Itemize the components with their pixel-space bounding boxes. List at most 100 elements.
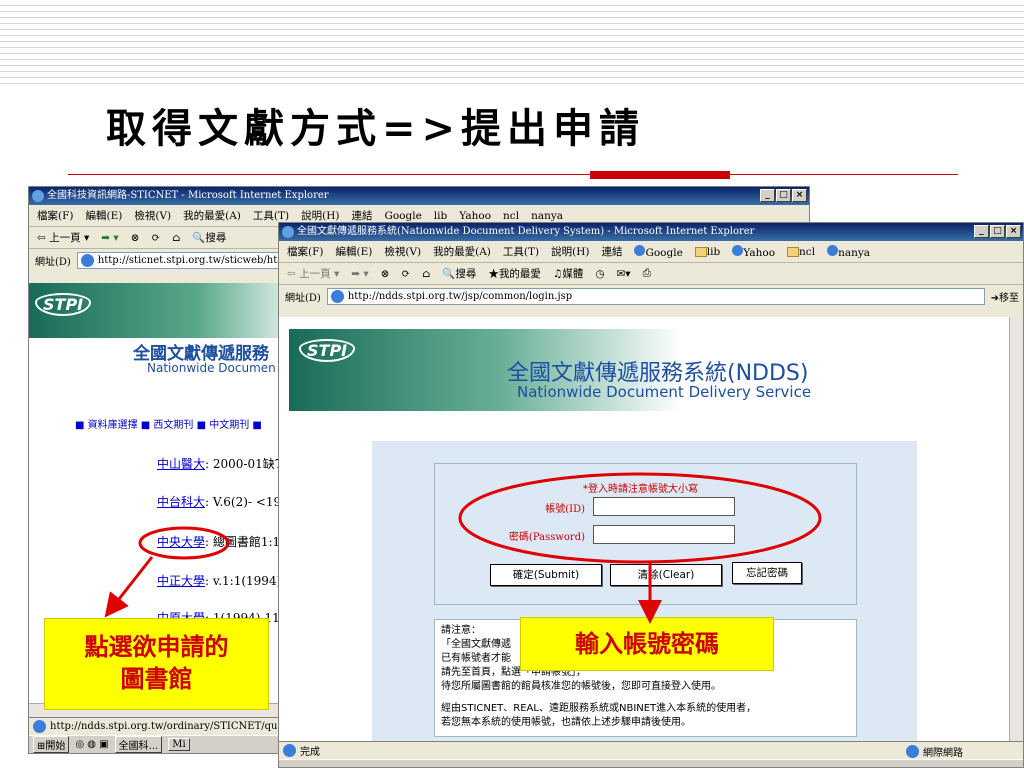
search-button[interactable]: 🔍搜尋 — [192, 230, 226, 245]
page-icon — [80, 253, 94, 267]
login-note: *登入時請注意帳號大小寫 — [583, 484, 698, 495]
mail-icon[interactable]: ✉▾ — [616, 268, 630, 280]
page-heading-en: Nationwide Documen — [147, 361, 276, 375]
start-label: 開始 — [45, 741, 66, 752]
close-button[interactable]: × — [1006, 225, 1021, 238]
links-label: 連結 — [601, 246, 623, 258]
taskbar-item[interactable]: 全國科... — [114, 736, 163, 753]
quicklaunch-icon[interactable]: ◎ ◍ ▣ — [75, 739, 108, 750]
stop-icon[interactable]: ⊗ — [131, 232, 140, 244]
page-icon — [33, 720, 46, 733]
link-google[interactable]: Google — [384, 210, 421, 222]
toolbar: ⇦ 上一頁 ▾ ➡ ▾ ⊗ ⟳ ⌂ 🔍搜尋 ★我的最愛 ♫媒體 ◷ ✉▾ ⎙ — [279, 263, 1023, 285]
holding-text: : v.1:1(1994)- — [205, 574, 286, 588]
library-link-ncu[interactable]: 中央大學 — [157, 535, 205, 549]
link-label: nanya — [838, 246, 871, 259]
close-button[interactable]: × — [792, 189, 807, 202]
search-button[interactable]: 🔍搜尋 — [442, 266, 476, 281]
zone-label: 網際網路 — [923, 748, 963, 759]
forgot-password-button[interactable]: 忘記密碼 — [732, 562, 802, 584]
history-icon[interactable]: ◷ — [595, 268, 604, 280]
holding-text: : V.6(2)- <199 — [205, 495, 289, 509]
id-input[interactable] — [593, 497, 735, 516]
slide-background-stripes — [0, 0, 1024, 86]
page-icon — [330, 289, 344, 303]
go-button[interactable]: ➜移至 — [991, 289, 1023, 304]
link-ncl[interactable]: ncl — [787, 246, 815, 258]
home-icon[interactable]: ⌂ — [422, 268, 430, 280]
home-icon[interactable]: ⌂ — [172, 232, 180, 244]
title-bar[interactable]: 全國科技資訊網路-STICNET - Microsoft Internet Ex… — [29, 187, 809, 205]
link-lib[interactable]: lib — [694, 245, 721, 258]
minimize-button[interactable]: _ — [760, 189, 775, 202]
back-button[interactable]: ⇦ 上一頁 ▾ — [287, 266, 339, 281]
media-button[interactable]: ♫媒體 — [553, 266, 583, 281]
callout-enter-credentials: 輸入帳號密碼 — [520, 617, 774, 671]
holding-text: : 總圖書館1:1 — [205, 535, 281, 549]
id-label: 帳號(ID) — [545, 504, 585, 515]
callout-select-library: 點選欲申請的 圖書館 — [44, 618, 269, 710]
library-link[interactable]: 中山醫大 — [157, 457, 205, 471]
stpi-logo: STPI — [35, 293, 92, 316]
ie-icon — [634, 244, 646, 256]
link-label: Google — [645, 246, 683, 259]
nav-links[interactable]: ■ 資料庫選擇 ■ 西文期刊 ■ 中文期刊 ■ — [75, 416, 262, 431]
library-link[interactable]: 中台科大 — [157, 495, 205, 509]
list-item: 中央大學: 總圖書館1:1 — [157, 533, 280, 550]
print-icon[interactable]: ⎙ — [643, 267, 651, 280]
minimize-button[interactable]: _ — [974, 225, 989, 238]
submit-button[interactable]: 確定(Submit) — [490, 564, 602, 586]
menu-favorites[interactable]: 我的最愛(A) — [183, 208, 241, 223]
vertical-scrollbar[interactable] — [1009, 317, 1023, 741]
link-yahoo[interactable]: Yahoo — [732, 244, 776, 259]
link-label: lib — [706, 245, 721, 258]
link-google[interactable]: Google — [634, 244, 683, 259]
login-form: *登入時請注意帳號大小寫 帳號(ID) 密碼(Password) 確定(Subm… — [434, 463, 857, 605]
menu-file[interactable]: 檔案(F) — [287, 244, 323, 259]
menu-file[interactable]: 檔案(F) — [37, 208, 73, 223]
menu-tools[interactable]: 工具(T) — [253, 208, 289, 223]
refresh-icon[interactable]: ⟳ — [151, 232, 160, 244]
ie-icon — [32, 190, 44, 202]
maximize-button[interactable]: □ — [990, 225, 1005, 238]
password-input[interactable] — [593, 525, 735, 544]
stop-icon[interactable]: ⊗ — [381, 268, 390, 280]
list-item: 中山醫大: 2000-01缺7(2 — [157, 455, 295, 472]
menu-favorites[interactable]: 我的最愛(A) — [433, 244, 491, 259]
links-label: 連結 — [351, 210, 373, 222]
title-bar[interactable]: 全國文獻傳遞服務系統(Nationwide Document Delivery … — [279, 223, 1023, 241]
link-nanya[interactable]: nanya — [531, 210, 563, 222]
clear-button[interactable]: 清除(Clear) — [610, 564, 722, 586]
refresh-icon[interactable]: ⟳ — [401, 268, 410, 280]
window-title: 全國文獻傳遞服務系統(Nationwide Document Delivery … — [297, 226, 755, 237]
menu-tools[interactable]: 工具(T) — [503, 244, 539, 259]
menu-view[interactable]: 檢視(V) — [384, 244, 421, 259]
forward-icon[interactable]: ➡ ▾ — [351, 268, 368, 280]
menu-view[interactable]: 檢視(V) — [134, 208, 171, 223]
link-yahoo[interactable]: Yahoo — [459, 210, 491, 222]
menu-edit[interactable]: 編輯(E) — [335, 244, 372, 259]
taskbar-item[interactable]: Mi — [168, 738, 190, 751]
status-bar: 完成 網際網路 — [279, 741, 1023, 759]
taskbar — [279, 759, 1023, 767]
library-link[interactable]: 中正大學 — [157, 574, 205, 588]
link-label: Yahoo — [743, 246, 776, 259]
menu-help[interactable]: 說明(H) — [551, 244, 589, 259]
back-label: 上一頁 — [49, 232, 81, 244]
link-ncl[interactable]: ncl — [503, 210, 519, 222]
folder-icon — [787, 246, 800, 257]
link-lib[interactable]: lib — [434, 210, 447, 222]
favorites-button[interactable]: ★我的最愛 — [488, 266, 541, 281]
address-input[interactable]: http://ndds.stpi.org.tw/jsp/common/login… — [326, 287, 985, 305]
browser-window-ndds[interactable]: 全國文獻傳遞服務系統(Nationwide Document Delivery … — [278, 222, 1024, 768]
menu-edit[interactable]: 編輯(E) — [85, 208, 122, 223]
start-button[interactable]: ⊞開始 — [33, 736, 70, 753]
info-line: 待您所屬圖書館的館員核准您的帳號後，您即可直接登入使用。 — [441, 681, 721, 692]
forward-icon[interactable]: ➡ ▾ — [101, 232, 118, 244]
back-button[interactable]: ⇦ 上一頁 ▾ — [37, 230, 89, 245]
maximize-button[interactable]: □ — [776, 189, 791, 202]
link-nanya[interactable]: nanya — [827, 244, 871, 259]
title-divider — [68, 174, 958, 175]
menu-help[interactable]: 說明(H) — [301, 208, 339, 223]
